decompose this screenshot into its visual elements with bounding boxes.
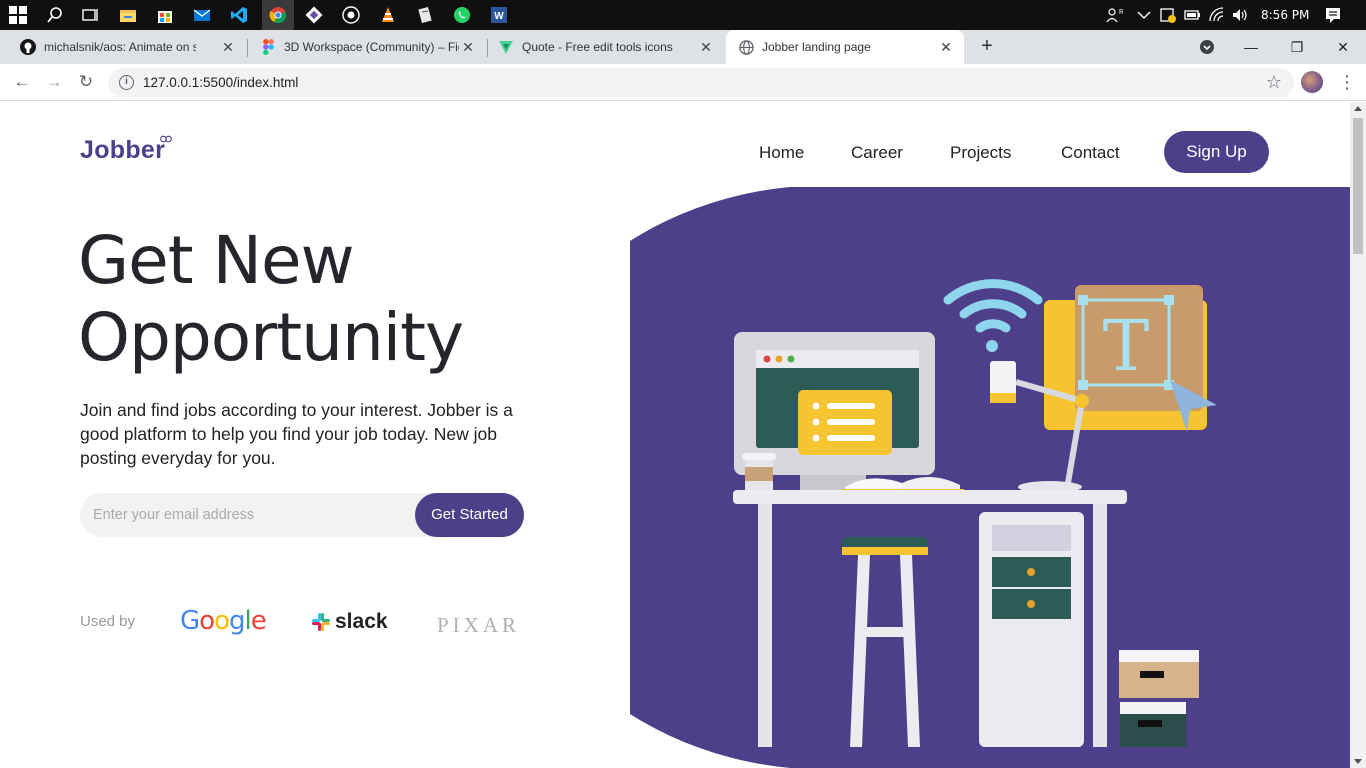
logo-infinity-icon	[160, 135, 172, 143]
minimize-button[interactable]: —	[1240, 36, 1262, 58]
vlc-icon[interactable]	[378, 5, 398, 25]
hero-description: Join and find jobs according to your int…	[80, 400, 513, 468]
windows-taskbar: W R 8:56 PM	[0, 0, 1366, 30]
tab-title: 3D Workspace (Community) – Figma	[284, 40, 459, 54]
nav-career[interactable]: Career	[851, 143, 903, 163]
word-icon[interactable]: W	[489, 5, 509, 25]
site-info-icon[interactable]: i	[119, 75, 134, 90]
profile-avatar[interactable]	[1301, 71, 1323, 93]
text-tool-card: T	[1044, 285, 1217, 432]
nav-contact[interactable]: Contact	[1061, 143, 1120, 163]
svg-text:R: R	[1119, 9, 1123, 16]
new-tab-button[interactable]: +	[976, 36, 998, 58]
reload-button[interactable]: ↻	[76, 72, 96, 92]
slack-logo: slack	[311, 610, 388, 634]
browser-tab-active[interactable]: Jobber landing page ✕	[726, 30, 964, 64]
github-icon	[20, 39, 36, 55]
browser-tab[interactable]: michalsnik/aos: Animate on scroll ✕	[0, 30, 246, 64]
vscode-icon[interactable]	[229, 5, 249, 25]
obs-icon[interactable]	[341, 5, 361, 25]
svg-text:W: W	[494, 11, 504, 22]
forward-button[interactable]: →	[44, 72, 64, 92]
volume-icon[interactable]	[1230, 5, 1250, 25]
scrollbar-thumb[interactable]	[1353, 118, 1363, 254]
page-viewport: Jobber Home Career Projects Contact Sign…	[0, 102, 1350, 768]
browser-tab[interactable]: Quote - Free edit tools icons ✕	[478, 30, 724, 64]
search-icon[interactable]	[45, 5, 65, 25]
file-explorer-icon[interactable]	[118, 5, 138, 25]
chevron-up-icon[interactable]	[1134, 5, 1154, 25]
windows-start-icon[interactable]	[8, 5, 28, 25]
tab-title: michalsnik/aos: Animate on scroll	[44, 40, 196, 54]
email-signup-form: Get Started	[80, 493, 524, 537]
close-tab-icon[interactable]: ✕	[698, 39, 714, 55]
store-icon[interactable]	[155, 5, 175, 25]
hero-title-line: Get New	[78, 222, 355, 299]
scroll-up-arrow[interactable]	[1354, 106, 1362, 111]
site-logo[interactable]: Jobber	[80, 136, 165, 165]
url-text[interactable]: 127.0.0.1:5500/index.html	[143, 75, 298, 90]
google-logo: Google	[180, 606, 267, 636]
scroll-down-arrow[interactable]	[1354, 759, 1362, 764]
whatsapp-icon[interactable]	[452, 5, 472, 25]
people-icon[interactable]: R	[1104, 5, 1124, 25]
tab-search-icon[interactable]	[1196, 36, 1218, 58]
figma-icon	[260, 39, 276, 55]
notepad-icon[interactable]	[415, 5, 435, 25]
close-tab-icon[interactable]: ✕	[938, 39, 954, 55]
close-tab-icon[interactable]: ✕	[460, 39, 476, 55]
browser-toolbar: ← → ↻ i 127.0.0.1:5500/index.html ☆	[0, 64, 1366, 101]
wifi-icon[interactable]	[1207, 5, 1227, 25]
hero-title: Get New Opportunity	[78, 222, 464, 376]
email-input[interactable]	[93, 504, 403, 526]
tab-title: Jobber landing page	[762, 40, 871, 54]
drawer-cabinet	[979, 512, 1084, 747]
bookmark-star-icon[interactable]: ☆	[1266, 72, 1282, 93]
pixar-logo: PIXAR	[437, 613, 521, 637]
back-button[interactable]: ←	[12, 72, 32, 92]
security-icon[interactable]	[1158, 5, 1178, 25]
mail-icon[interactable]	[192, 5, 212, 25]
slack-icon	[312, 613, 330, 631]
browser-menu-icon[interactable]: ⋮	[1338, 72, 1356, 92]
git-kraken-icon[interactable]	[304, 5, 324, 25]
task-view-icon[interactable]	[80, 5, 100, 25]
nav-projects[interactable]: Projects	[950, 143, 1011, 163]
globe-icon	[738, 39, 754, 55]
get-started-button[interactable]: Get Started	[415, 493, 524, 537]
slack-wordmark: slack	[335, 610, 388, 633]
tab-title: Quote - Free edit tools icons	[522, 40, 673, 54]
address-bar[interactable]: i 127.0.0.1:5500/index.html ☆	[108, 68, 1294, 97]
page-scrollbar[interactable]	[1350, 102, 1366, 768]
svg-text:T: T	[1103, 305, 1150, 387]
nav-home[interactable]: Home	[759, 143, 804, 163]
coffee-cup	[742, 453, 776, 493]
hero-title-line: Opportunity	[78, 299, 464, 376]
close-window-button[interactable]: ✕	[1332, 36, 1354, 58]
restore-button[interactable]: ❐	[1286, 36, 1308, 58]
taskbar-clock[interactable]: 8:56 PM	[1261, 8, 1309, 22]
browser-tab[interactable]: 3D Workspace (Community) – Figma ✕	[240, 30, 486, 64]
used-by-label: Used by	[80, 613, 136, 630]
flaticon-icon	[498, 39, 514, 55]
notifications-icon[interactable]	[1323, 5, 1343, 25]
chrome-icon[interactable]	[268, 5, 288, 25]
sign-up-button[interactable]: Sign Up	[1164, 131, 1269, 173]
battery-icon[interactable]	[1182, 5, 1202, 25]
close-tab-icon[interactable]: ✕	[220, 39, 236, 55]
browser-tab-strip: michalsnik/aos: Animate on scroll ✕ 3D W…	[0, 30, 1366, 64]
workspace-illustration: T	[630, 187, 1350, 768]
